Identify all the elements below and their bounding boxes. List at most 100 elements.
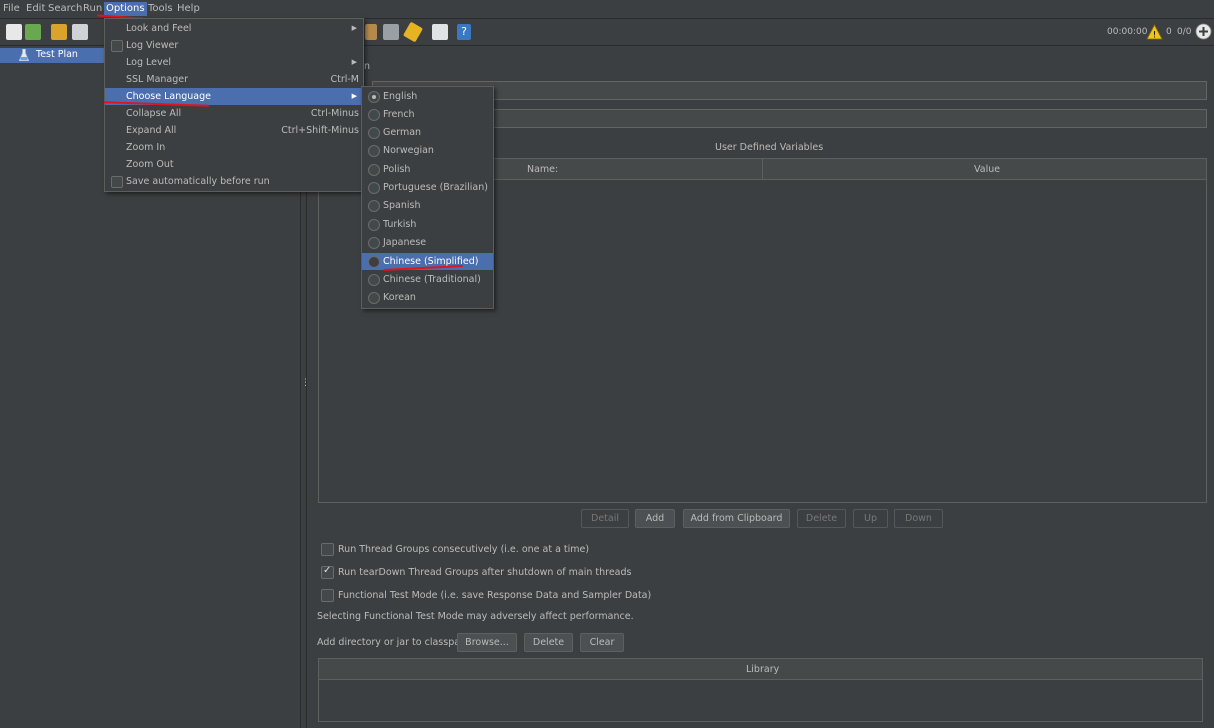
save-icon[interactable]: [72, 24, 88, 40]
options-dropdown: Look and Feel ▶ Log Viewer Log Level ▶ S…: [104, 18, 364, 192]
language-english[interactable]: English: [362, 88, 493, 105]
radio-icon: [368, 164, 380, 176]
menu-item-zoom-in[interactable]: Zoom In: [105, 139, 363, 156]
menu-search[interactable]: Search: [48, 3, 82, 14]
language-french[interactable]: French: [362, 106, 493, 123]
language-portuguese-brazilian[interactable]: Portuguese (Brazilian): [362, 179, 493, 196]
down-button[interactable]: Down: [894, 509, 943, 528]
menu-item-zoom-out[interactable]: Zoom Out: [105, 156, 363, 173]
radio-icon: [368, 127, 380, 139]
function-list-icon[interactable]: [432, 24, 448, 40]
language-korean[interactable]: Korean: [362, 289, 493, 306]
column-header-value[interactable]: Value: [974, 164, 1000, 175]
menu-item-label: Log Viewer: [126, 40, 179, 51]
radio-icon: [368, 256, 380, 268]
menu-options[interactable]: Options: [104, 2, 147, 16]
language-japanese[interactable]: Japanese: [362, 234, 493, 251]
help-icon[interactable]: ?: [457, 24, 471, 40]
submenu-arrow-icon: ▶: [351, 92, 357, 100]
menu-item-log-viewer[interactable]: Log Viewer: [105, 37, 363, 54]
checkbox-icon: [111, 40, 123, 52]
consecutive-checkbox[interactable]: [321, 543, 334, 556]
variables-title: User Defined Variables: [715, 142, 824, 153]
menu-item-expand-all[interactable]: Expand All Ctrl+Shift-Minus: [105, 122, 363, 139]
classpath-clear-button[interactable]: Clear: [580, 633, 624, 652]
language-label: English: [383, 91, 418, 102]
browse-button[interactable]: Browse...: [457, 633, 517, 652]
menu-item-label: Look and Feel: [126, 23, 192, 34]
language-label: Chinese (Traditional): [383, 274, 481, 285]
shortcut-label: Ctrl-Minus: [310, 108, 359, 119]
language-label: Portuguese (Brazilian): [383, 182, 488, 193]
add-button[interactable]: Add: [635, 509, 675, 528]
language-norwegian[interactable]: Norwegian: [362, 142, 493, 159]
language-chinese-traditional[interactable]: Chinese (Traditional): [362, 271, 493, 288]
menu-item-ssl-manager[interactable]: SSL Manager Ctrl-M: [105, 71, 363, 88]
menu-help[interactable]: Help: [177, 3, 200, 14]
menu-item-label: Collapse All: [126, 108, 182, 119]
templates-icon[interactable]: [25, 24, 41, 40]
radio-icon: [368, 274, 380, 286]
radio-icon: [368, 145, 380, 157]
classpath-delete-button[interactable]: Delete: [524, 633, 573, 652]
comments-field[interactable]: [372, 109, 1207, 128]
menu-item-save-automatically[interactable]: Save automatically before run: [105, 173, 363, 190]
radio-icon: [368, 292, 380, 304]
menu-item-label: Log Level: [126, 57, 172, 68]
expand-icon[interactable]: [1195, 23, 1212, 40]
up-button[interactable]: Up: [853, 509, 888, 528]
language-spanish[interactable]: Spanish: [362, 197, 493, 214]
add-from-clipboard-button[interactable]: Add from Clipboard: [683, 509, 790, 528]
delete-button[interactable]: Delete: [797, 509, 846, 528]
elapsed-timer: 00:00:00: [1107, 27, 1148, 37]
shortcut-label: Ctrl-M: [330, 74, 359, 85]
language-polish[interactable]: Polish: [362, 161, 493, 178]
language-label: Spanish: [383, 200, 421, 211]
library-table-header[interactable]: Library: [319, 659, 1202, 680]
language-label: Polish: [383, 164, 411, 175]
language-label: Japanese: [383, 237, 427, 248]
consecutive-label: Run Thread Groups consecutively (i.e. on…: [338, 544, 590, 555]
library-header: Library: [746, 664, 780, 675]
menu-item-label: SSL Manager: [126, 74, 189, 85]
tree-item-label: Test Plan: [36, 49, 78, 60]
radio-icon: [368, 182, 380, 194]
language-label: Korean: [383, 292, 416, 303]
column-name-label: Name:: [527, 164, 559, 175]
submenu-arrow-icon: ▶: [351, 58, 357, 66]
new-file-icon[interactable]: [6, 24, 22, 40]
menu-item-label: Expand All: [126, 125, 177, 136]
functional-mode-label: Functional Test Mode (i.e. save Response…: [338, 590, 652, 601]
broom-icon[interactable]: [402, 21, 424, 43]
warning-count: 0: [1166, 27, 1172, 37]
radio-icon: [368, 237, 380, 249]
binoculars-icon[interactable]: [383, 24, 399, 40]
language-label: French: [383, 109, 415, 120]
language-turkish[interactable]: Turkish: [362, 216, 493, 233]
menu-run[interactable]: Run: [83, 3, 102, 14]
tree-item-test-plan[interactable]: Test Plan: [0, 48, 104, 63]
language-label: German: [383, 127, 422, 138]
warning-icon[interactable]: !: [1146, 24, 1163, 40]
menu-item-log-level[interactable]: Log Level ▶: [105, 54, 363, 71]
menu-edit[interactable]: Edit: [26, 3, 45, 14]
menu-item-collapse-all[interactable]: Collapse All Ctrl-Minus: [105, 105, 363, 122]
functional-mode-checkbox[interactable]: [321, 589, 334, 602]
thread-count: 0/0: [1177, 27, 1192, 37]
detail-button[interactable]: Detail: [581, 509, 629, 528]
library-table[interactable]: Library: [318, 658, 1203, 722]
menu-item-look-and-feel[interactable]: Look and Feel ▶: [105, 20, 363, 37]
menu-item-label: Save automatically before run: [126, 176, 270, 187]
open-folder-icon[interactable]: [51, 24, 67, 40]
language-german[interactable]: German: [362, 124, 493, 141]
performance-warning: Selecting Functional Test Mode may adver…: [317, 611, 634, 622]
teardown-checkbox[interactable]: ✓: [321, 565, 334, 579]
radio-icon: [368, 219, 380, 231]
menu-tools[interactable]: Tools: [148, 3, 173, 14]
classpath-label: Add directory or jar to classpath: [317, 637, 470, 648]
clear-all-icon[interactable]: [365, 24, 377, 40]
name-field[interactable]: [372, 81, 1207, 100]
language-submenu: English French German Norwegian Polish P…: [361, 86, 494, 309]
menu-file[interactable]: File: [3, 3, 20, 14]
svg-text:!: !: [1153, 31, 1157, 41]
